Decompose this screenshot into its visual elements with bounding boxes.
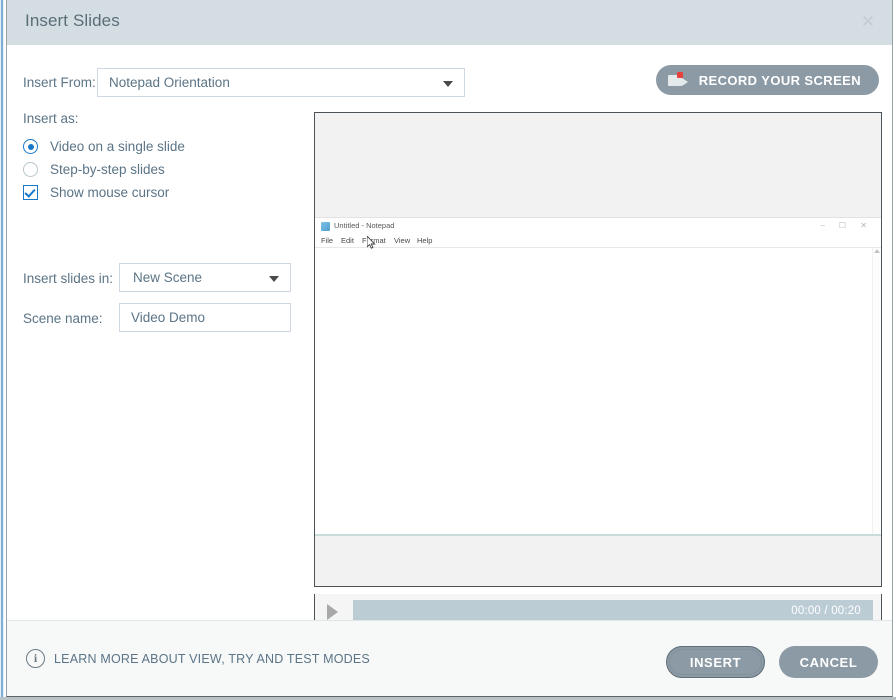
record-your-screen-button[interactable]: RECORD YOUR SCREEN [656,65,879,95]
camcorder-record-icon [668,72,690,88]
learn-more-label: LEARN MORE ABOUT VIEW, TRY AND TEST MODE… [54,652,370,666]
dialog-title-bar: Insert Slides ✕ [7,0,892,45]
insert-as-label: Insert as: [23,111,79,126]
notepad-text-area[interactable] [315,248,881,535]
notepad-close-icon[interactable]: ✕ [860,222,867,230]
notepad-window-preview: Untitled - Notepad – ☐ ✕ File Edit Forma… [315,217,881,535]
chevron-down-icon [269,276,279,282]
notepad-scrollbar[interactable] [872,248,881,535]
insert-from-label: Insert From: [23,75,96,90]
radio-video-on-single-slide-label: Video on a single slide [50,139,185,154]
insert-from-value: Notepad Orientation [109,75,230,90]
learn-more-link[interactable]: i LEARN MORE ABOUT VIEW, TRY AND TEST MO… [26,649,370,668]
cancel-button[interactable]: CANCEL [779,646,878,678]
dialog-body: Insert From: Notepad Orientation RECORD … [7,45,892,620]
insert-from-dropdown[interactable]: Notepad Orientation [97,68,465,97]
notepad-minimize-icon[interactable]: – [821,222,825,230]
info-circle-icon: i [26,649,45,668]
insert-slides-dialog: Insert Slides ✕ Insert From: Notepad Ori… [6,0,893,697]
notepad-title-bar: Untitled - Notepad – ☐ ✕ [315,218,881,235]
checkbox-show-mouse-cursor[interactable]: Show mouse cursor [23,185,169,200]
background-edge-left [0,0,4,700]
scene-name-input[interactable] [119,303,291,332]
video-time-display: 00:00 / 00:20 [791,605,861,617]
record-button-label: RECORD YOUR SCREEN [699,73,861,88]
scene-name-label: Scene name: [23,311,103,326]
notepad-menu-view[interactable]: View [394,236,410,245]
radio-icon-selected [23,139,38,154]
insert-slides-in-dropdown[interactable]: New Scene [119,263,291,292]
close-icon[interactable]: ✕ [854,9,882,35]
insert-slides-in-value: New Scene [133,270,202,285]
radio-step-by-step-slides[interactable]: Step-by-step slides [23,162,165,177]
notepad-title: Untitled - Notepad [334,221,394,230]
insert-button[interactable]: INSERT [666,646,765,678]
notepad-menu-edit[interactable]: Edit [341,236,354,245]
notepad-menu-help[interactable]: Help [417,236,432,245]
dialog-title: Insert Slides [25,11,120,31]
notepad-menu-format[interactable]: Format [362,236,386,245]
radio-step-by-step-slides-label: Step-by-step slides [50,162,165,177]
notepad-menu-bar: File Edit Format View Help [315,235,881,248]
notepad-icon [321,222,330,231]
chevron-down-icon [443,81,453,87]
preview-lower-area [315,536,881,586]
dialog-footer: i LEARN MORE ABOUT VIEW, TRY AND TEST MO… [7,620,892,696]
notepad-menu-file[interactable]: File [321,236,333,245]
radio-icon-unselected [23,162,38,177]
application-frame: Insert Slides ✕ Insert From: Notepad Ori… [0,0,896,700]
scroll-up-icon[interactable] [874,249,880,253]
checkbox-icon-checked [23,185,38,200]
video-preview-panel[interactable]: Untitled - Notepad – ☐ ✕ File Edit Forma… [314,112,882,587]
insert-slides-in-label: Insert slides in: [23,271,113,286]
checkbox-show-mouse-cursor-label: Show mouse cursor [50,185,169,200]
notepad-maximize-icon[interactable]: ☐ [839,222,846,230]
radio-video-on-single-slide[interactable]: Video on a single slide [23,139,185,154]
play-icon[interactable] [327,604,338,620]
